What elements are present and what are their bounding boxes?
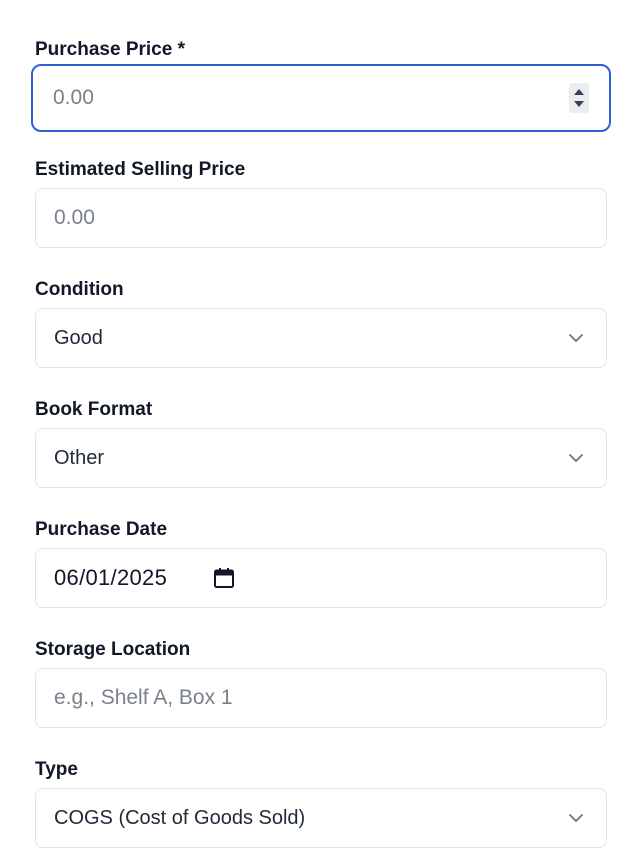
estimated-selling-price-placeholder: 0.00 (54, 206, 95, 229)
storage-location-placeholder: e.g., Shelf A, Box 1 (54, 686, 233, 709)
estimated-selling-price-input[interactable]: 0.00 (35, 188, 607, 248)
storage-location-input[interactable]: e.g., Shelf A, Box 1 (35, 668, 607, 728)
purchase-price-input[interactable]: 0.00 (31, 64, 611, 132)
purchase-price-placeholder: 0.00 (53, 86, 94, 109)
storage-location-label: Storage Location (35, 639, 191, 660)
condition-select[interactable]: Good (35, 308, 607, 368)
book-format-label: Book Format (35, 399, 153, 420)
type-selected-value: COGS (Cost of Goods Sold) (54, 806, 306, 829)
condition-selected-value: Good (54, 326, 103, 349)
book-format-select[interactable]: Other (35, 428, 607, 488)
chevron-down-icon (569, 814, 583, 822)
purchase-date-input[interactable]: 06/01/2025 (35, 548, 607, 608)
book-format-selected-value: Other (54, 446, 105, 469)
purchase-date-label: Purchase Date (35, 519, 168, 540)
purchase-date-group: Purchase Date 06/01/2025 (35, 519, 607, 608)
condition-group: Condition Good (35, 279, 607, 368)
chevron-down-icon (569, 454, 583, 462)
purchase-price-label: Purchase Price * (35, 39, 185, 60)
estimated-selling-price-label: Estimated Selling Price (35, 159, 246, 180)
storage-location-group: Storage Location e.g., Shelf A, Box 1 (35, 639, 607, 728)
purchase-date-value: 06/01/2025 (54, 565, 168, 590)
item-details-form: Purchase Price * 0.00 Estimated Selling … (0, 0, 644, 864)
purchase-price-group: Purchase Price * 0.00 (31, 39, 611, 132)
book-format-group: Book Format Other (35, 399, 607, 488)
number-spinner-icon[interactable] (569, 83, 589, 113)
type-select[interactable]: COGS (Cost of Goods Sold) (35, 788, 607, 848)
estimated-selling-price-group: Estimated Selling Price 0.00 (35, 159, 607, 248)
chevron-down-icon (569, 334, 583, 342)
type-label: Type (35, 759, 78, 780)
type-group: Type COGS (Cost of Goods Sold) (35, 759, 607, 848)
condition-label: Condition (35, 279, 124, 300)
calendar-icon[interactable] (213, 567, 235, 589)
